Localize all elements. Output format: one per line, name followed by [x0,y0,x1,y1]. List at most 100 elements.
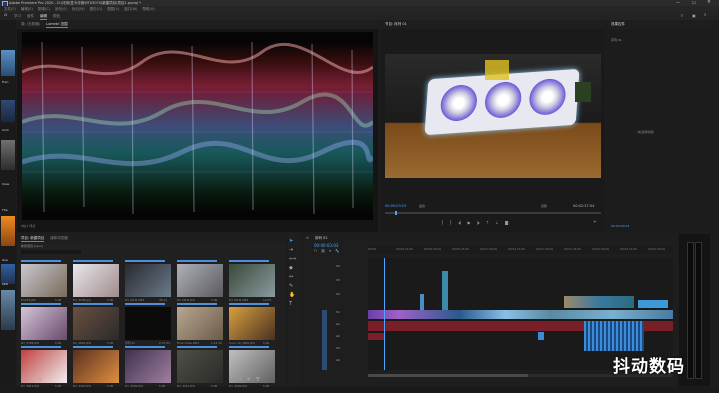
menu-graphics[interactable]: 图形(G) [90,7,102,12]
close-icon[interactable]: ✕ [707,0,711,5]
razor-tool-icon[interactable]: ◆ [289,266,296,271]
tab-effect-controls[interactable]: 效果控件 [611,22,625,27]
slip-tool-icon[interactable]: ↔ [289,275,296,280]
menu-window[interactable]: 窗口(W) [124,7,137,12]
minimize-icon[interactable]: — [676,0,680,5]
camera-icon[interactable]: ◙ [505,220,509,225]
list-view-icon[interactable]: ☰ [30,377,33,382]
program-fit-select[interactable]: 适合 [419,204,425,208]
project-item[interactable]: D3 ASUS.MP4 12:03 [229,260,275,304]
menu-file[interactable]: 文件(F) [4,7,16,12]
project-item[interactable]: D1_4420.JPG 5:00 [73,346,119,390]
type-tool-icon[interactable]: T [289,302,296,307]
timeline-timecode[interactable]: 00:00:03:03 [314,243,338,248]
menu-clip[interactable]: 剪辑(C) [38,7,50,12]
project-item[interactable]: D1 ASUS.JPG 5:00 [177,260,223,304]
workspace-tab-color[interactable]: 颜色 [53,14,60,20]
workspace-tab-learning[interactable]: 学习 [14,14,21,20]
project-item[interactable]: 序列 01 2:37:04 [125,303,171,347]
learn-card-3[interactable] [1,140,15,170]
mark-in-icon[interactable]: { [441,220,444,225]
selection-tool-icon[interactable]: ➤ [289,239,296,244]
track-a4[interactable]: A4 [336,358,340,362]
tab-lumetri-scopes[interactable]: Lumetri 范围 [46,22,68,28]
clip-a1-blue[interactable] [584,321,644,351]
track-select-icon[interactable]: ⇥ [289,248,296,253]
project-item[interactable]: D1_3812.JPG 5:00 [21,346,67,390]
track-v1[interactable]: V1 [336,310,340,314]
share-icon[interactable]: ⇪ [680,13,683,18]
learn-card-6[interactable] [1,290,15,330]
lift-icon[interactable]: ⇡ [486,220,489,225]
search-icon[interactable]: ⌕ [704,13,707,18]
tab-source[interactable]: 源: (无剪辑) [21,22,40,27]
project-item[interactable]: D1_5789.JPG 5:00 [21,303,67,347]
clip-v2-overlay[interactable] [564,296,634,308]
clip-v2-overlay-2[interactable] [638,300,668,308]
layout-icon[interactable]: ▣ [692,13,696,18]
project-item[interactable]: D1_2891.JPG 5:00 [73,303,119,347]
project-item[interactable]: Final Video.MP4 1:12:10 [177,303,223,347]
trash-icon[interactable]: 🗑 [256,377,260,382]
project-item[interactable]: D1_3008.jpg 5:00 [73,260,119,304]
add-button-icon[interactable]: + [593,220,597,225]
program-quality-select[interactable]: 完整 [541,204,547,208]
clip-a2-audio-2[interactable] [538,332,544,340]
learn-card-4[interactable] [1,216,15,246]
project-item[interactable]: D1_4560.JPG 5:00 [125,346,171,390]
tab-media-browser[interactable]: 媒体浏览器 [50,236,68,241]
tab-project[interactable]: 项目: 新建项目 [21,236,45,242]
close-sequence-icon[interactable]: ✕ [306,236,309,241]
project-item[interactable]: D1 ASUS.MP4 45:11 [125,260,171,304]
menu-edit[interactable]: 编辑(E) [21,7,33,12]
pen-tool-icon[interactable]: ✎ [289,284,296,289]
menu-help[interactable]: 帮助(H) [142,7,154,12]
clip-a2-audio[interactable] [368,333,384,340]
learn-card-1[interactable] [1,50,15,76]
ripple-edit-icon[interactable]: ⟺ [289,257,296,262]
track-v4[interactable]: V4 [336,264,340,268]
add-marker-icon[interactable]: ▾ [329,249,331,254]
learn-card-5[interactable] [1,264,15,284]
project-search[interactable] [21,250,81,254]
track-a3[interactable]: A3 [336,346,340,350]
mark-out-icon[interactable]: } [450,220,453,225]
wrench-icon[interactable]: 🔧 [335,249,339,254]
tab-program[interactable]: 节目: 序列 01 [385,22,407,27]
playhead[interactable] [384,258,385,370]
tab-sequence[interactable]: 序列 01 [315,236,328,241]
hand-tool-icon[interactable]: ✋ [289,293,296,298]
learn-card-2[interactable] [1,100,15,122]
step-forward-icon[interactable]: |▸ [477,220,480,225]
track-v3[interactable]: V3 [336,278,340,282]
lock-icon[interactable]: ⚿ [21,377,24,382]
maximize-icon[interactable]: ☐ [692,0,696,5]
home-icon[interactable]: ⌂ [4,13,7,18]
project-item[interactable]: D1234.JPG 5:00 [21,260,67,304]
menu-view[interactable]: 视图(V) [107,7,119,12]
project-item[interactable]: Conn 10_3820.JPG 5:00 [229,303,275,347]
project-item[interactable]: D1_4512.JPG 5:00 [177,346,223,390]
track-v2[interactable]: V2 [336,292,340,296]
menu-marker[interactable]: 标记(M) [72,7,85,12]
track-a1[interactable]: A1 [336,322,340,326]
play-icon[interactable]: ▶ [467,220,470,225]
scope-footer[interactable]: 8位 ▾ 浮点 [21,224,35,228]
project-item[interactable]: D1_4600.JPG 5:00 [229,346,275,390]
timeline-ruler[interactable]: 00:00 00:00:15:00 00:00:30:00 00:00:45:0… [368,246,673,254]
linked-selection-icon[interactable]: ⛓ [321,249,325,254]
icon-view-icon[interactable]: ▦ [39,377,42,382]
program-scrubber[interactable] [385,211,601,215]
menu-sequence[interactable]: 序列(S) [55,7,67,12]
clip-v1-main[interactable] [368,310,673,319]
new-bin-icon[interactable]: ▭ [239,377,242,382]
step-back-icon[interactable]: ◂| [458,220,461,225]
program-timecode[interactable]: 00:00:03:03 [385,204,406,208]
snap-icon[interactable]: ⊓ [314,249,317,254]
new-item-icon[interactable]: ◧ [247,377,250,382]
track-a2[interactable]: A2 [336,334,340,338]
workspace-tab-assembly[interactable]: 组件 [27,14,34,20]
clip-v3-graphic[interactable] [442,271,448,313]
extract-icon[interactable]: ⇣ [495,220,498,225]
workspace-tab-editing[interactable]: 编辑 [40,14,47,20]
